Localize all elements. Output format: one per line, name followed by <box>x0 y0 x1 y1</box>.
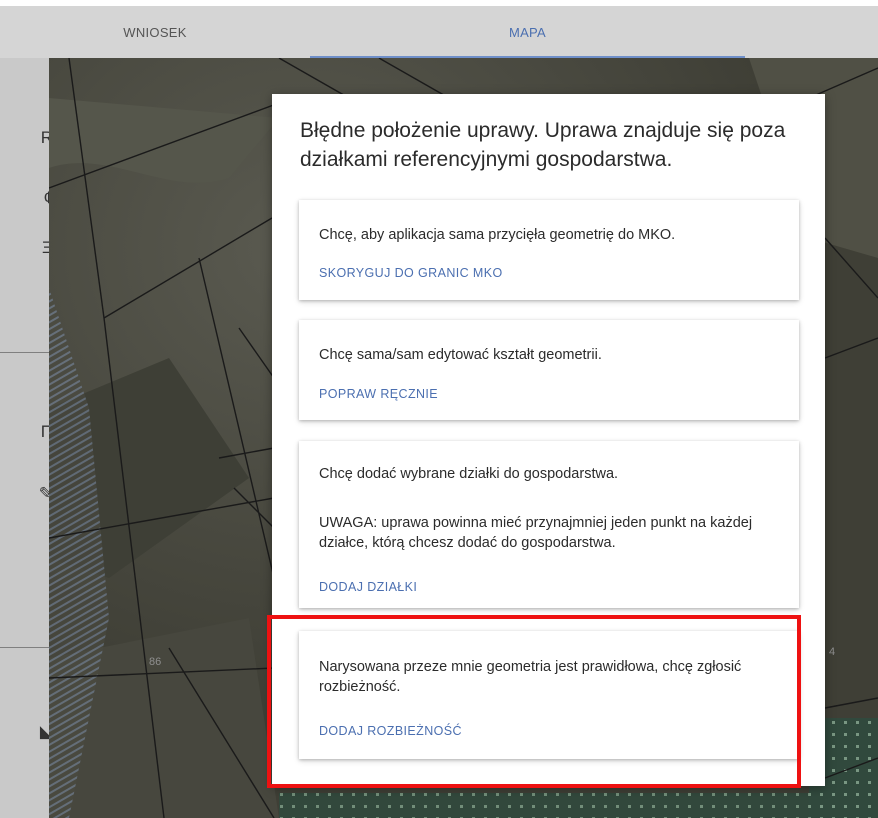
option-card-add-parcels: Chcę dodać wybrane działki do gospodarst… <box>299 441 799 608</box>
list-icon[interactable]: Ξ <box>0 230 49 266</box>
dialog-title: Błędne położenie uprawy. Uprawa znajduje… <box>300 119 786 171</box>
option-description: Chcę sama/sam edytować kształt geometrii… <box>319 347 602 363</box>
layers-icon[interactable]: ¢ <box>0 180 49 216</box>
option-card-report-discrepancy: Narysowana przeze mnie geometria jest pr… <box>299 631 799 759</box>
tab-wniosek[interactable]: WNIOSEK <box>0 6 310 58</box>
map-toolbar: R ¢ Ξ П ✎ ⁞ ◣ <box>0 58 49 818</box>
edit-pencil-icon[interactable]: ✎ <box>0 476 49 512</box>
option-description: Chcę dodać wybrane działki do gospodarst… <box>319 466 619 482</box>
option-warning-note: UWAGA: uprawa powinna mieć przynajmniej … <box>319 515 753 551</box>
parcel-number-label: 86 <box>149 656 162 668</box>
manual-edit-button[interactable]: POPRAW RĘCZNIE <box>319 387 438 401</box>
tab-mapa[interactable]: MAPA <box>310 6 745 58</box>
tab-bar: WNIOSEK MAPA <box>0 6 878 58</box>
clip-to-mko-button[interactable]: SKORYGUJ DO GRANIC MKO <box>319 266 503 280</box>
parcel-number-label: 4 <box>829 646 836 658</box>
select-area-icon[interactable]: П <box>0 414 49 450</box>
add-parcels-button[interactable]: DODAJ DZIAŁKI <box>319 580 417 594</box>
report-discrepancy-button[interactable]: DODAJ ROZBIEŻNOŚĆ <box>319 724 462 738</box>
option-card-clip-to-mko: Chcę, aby aplikacja sama przycięła geome… <box>299 200 799 300</box>
option-description: Narysowana przeze mnie geometria jest pr… <box>319 659 742 695</box>
toolbar-divider <box>0 647 49 648</box>
option-card-manual-edit: Chcę sama/sam edytować kształt geometrii… <box>299 320 799 420</box>
toolbar-divider <box>0 352 49 353</box>
select-frame-icon[interactable]: ⁞ <box>0 544 49 580</box>
search-icon[interactable]: R <box>0 120 49 156</box>
navigate-icon[interactable]: ◣ <box>0 714 49 750</box>
geometry-error-dialog: Błędne położenie uprawy. Uprawa znajduje… <box>272 94 825 786</box>
option-description: Chcę, aby aplikacja sama przycięła geome… <box>319 227 676 243</box>
